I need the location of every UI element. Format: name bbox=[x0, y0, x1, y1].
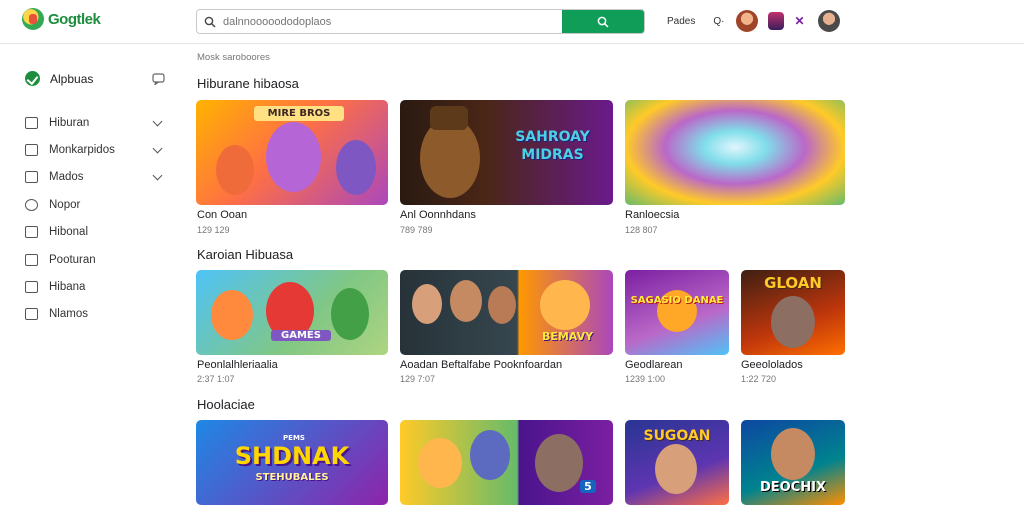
sidebar-item-pooturan[interactable]: Pooturan bbox=[25, 250, 165, 270]
sidebar-item-hibonal[interactable]: Hibonal bbox=[25, 222, 165, 242]
card-art-text: STEHUBALES bbox=[255, 472, 329, 483]
card-art-text: 5 bbox=[580, 480, 596, 493]
card-meta: 789 789 bbox=[400, 225, 433, 235]
sidebar-item-hibana[interactable]: Hibana bbox=[25, 277, 165, 297]
sidebar-item-mados[interactable]: Mados bbox=[25, 167, 165, 187]
card-art-text: MIRE BROS bbox=[254, 106, 344, 121]
card-meta: 129 129 bbox=[197, 225, 230, 235]
card-art-text: PEMS bbox=[283, 434, 305, 442]
list-icon bbox=[25, 308, 38, 320]
card-title[interactable]: Ranloecsia bbox=[625, 209, 679, 221]
card-meta: 1:22 720 bbox=[741, 374, 777, 384]
sidebar-item-nlamos[interactable]: Nlamos bbox=[25, 304, 165, 324]
card-title[interactable]: Geodlarean bbox=[625, 359, 683, 371]
sidebar-item-label: Pooturan bbox=[49, 254, 96, 266]
main-content: Mosk saroboores Hiburane hibaosa MIRE BR… bbox=[196, 45, 1024, 512]
sidebar-header-label: Alpbuas bbox=[50, 71, 94, 86]
card-title[interactable]: Peonlalhleriaalia bbox=[197, 359, 278, 371]
notification-icon[interactable] bbox=[768, 12, 785, 30]
profile-avatar[interactable] bbox=[818, 10, 841, 32]
game-card[interactable] bbox=[625, 100, 845, 205]
game-card[interactable]: MIRE BROS bbox=[196, 100, 388, 205]
card-title[interactable]: Geeololados bbox=[741, 359, 803, 371]
card-art-text: SHDNAK bbox=[234, 442, 350, 470]
sidebar-item-label: Mados bbox=[49, 171, 84, 183]
card-art-text: DEOCHIX bbox=[759, 480, 826, 495]
game-card[interactable]: GAMES bbox=[196, 270, 388, 355]
tag-icon bbox=[25, 254, 38, 266]
sidebar-item-label: Hibonal bbox=[49, 226, 88, 238]
logo-icon bbox=[22, 8, 44, 30]
folder-icon bbox=[25, 117, 38, 129]
card-meta: 1239 1:00 bbox=[625, 374, 666, 384]
document-icon bbox=[25, 281, 38, 293]
clock-icon bbox=[25, 199, 38, 211]
apps-icon[interactable]: ✕ bbox=[794, 14, 806, 28]
card-art-text: BEMAVY bbox=[541, 330, 594, 343]
person-icon bbox=[25, 144, 38, 156]
game-card[interactable]: SAGASIO DANAE bbox=[625, 270, 729, 355]
game-card[interactable]: SUGOAN bbox=[625, 420, 729, 505]
search-bar bbox=[196, 9, 645, 34]
image-icon bbox=[25, 171, 38, 183]
card-meta: 2:37 1:07 bbox=[197, 374, 235, 384]
language-dropdown[interactable]: Q· bbox=[713, 16, 724, 27]
sidebar-item-label: Hiburan bbox=[49, 117, 90, 129]
logo[interactable]: Gogtlek bbox=[22, 8, 101, 30]
game-card[interactable]: DEOCHIX bbox=[741, 420, 845, 505]
card-art-text: GLOAN bbox=[764, 274, 822, 292]
sidebar-item-nopor[interactable]: Nopor bbox=[25, 195, 165, 215]
chevron-down-icon[interactable] bbox=[152, 143, 163, 153]
game-card[interactable]: GLOAN bbox=[741, 270, 845, 355]
chevron-down-icon[interactable] bbox=[152, 170, 163, 180]
search-input[interactable] bbox=[223, 10, 562, 33]
logo-text: Gogtlek bbox=[48, 10, 101, 28]
card-art-text: SAGASIO DANAE bbox=[630, 295, 724, 306]
pages-link[interactable]: Pades bbox=[667, 16, 695, 27]
avatar[interactable] bbox=[736, 10, 759, 32]
card-meta: 129 7:07 bbox=[400, 374, 436, 384]
sidebar-item-label: Monkarpidos bbox=[49, 144, 115, 156]
sidebar-header[interactable]: Alpbuas bbox=[25, 71, 165, 86]
sidebar: Alpbuas Hiburan Monkarpidos Mados Nopor … bbox=[0, 45, 178, 512]
section-title: Hiburane hibaosa bbox=[197, 76, 299, 91]
star-icon bbox=[25, 226, 38, 238]
card-title[interactable]: Anl Oonnhdans bbox=[400, 209, 476, 221]
search-icon bbox=[197, 10, 223, 33]
game-card[interactable]: BEMAVY bbox=[400, 270, 613, 355]
sidebar-item-label: Nopor bbox=[49, 199, 81, 211]
card-title[interactable]: Con Ooan bbox=[197, 209, 247, 221]
search-icon bbox=[597, 16, 609, 28]
game-card[interactable]: 5 bbox=[400, 420, 613, 505]
game-card[interactable]: SAHROAY MIDRAS bbox=[400, 100, 613, 205]
top-bar: Gogtlek Pades Q· ✕ bbox=[0, 0, 1024, 44]
chevron-down-icon[interactable] bbox=[152, 116, 163, 126]
card-meta: 128 807 bbox=[625, 225, 658, 235]
sidebar-item-label: Nlamos bbox=[49, 308, 88, 320]
top-actions: Pades Q· ✕ bbox=[667, 9, 850, 33]
sidebar-item-hiburan[interactable]: Hiburan bbox=[25, 113, 165, 133]
game-card[interactable]: PEMS SHDNAK STEHUBALES bbox=[196, 420, 388, 505]
breadcrumb: Mosk saroboores bbox=[197, 52, 270, 63]
sidebar-item-monkarpidos[interactable]: Monkarpidos bbox=[25, 140, 165, 160]
sidebar-item-label: Hibana bbox=[49, 281, 86, 293]
card-title[interactable]: Aoadan Beftalfabe Pooknfoardan bbox=[400, 359, 562, 371]
chat-icon[interactable] bbox=[152, 72, 165, 85]
card-art-text: SAHROAY MIDRAS bbox=[515, 129, 590, 163]
search-button[interactable] bbox=[562, 10, 644, 33]
card-art-text: GAMES bbox=[271, 330, 331, 341]
section-title: Karoian Hibuasa bbox=[197, 247, 294, 262]
card-art-text: SUGOAN bbox=[643, 428, 711, 444]
check-icon bbox=[25, 71, 40, 86]
section-title: Hoolaciae bbox=[197, 397, 255, 412]
